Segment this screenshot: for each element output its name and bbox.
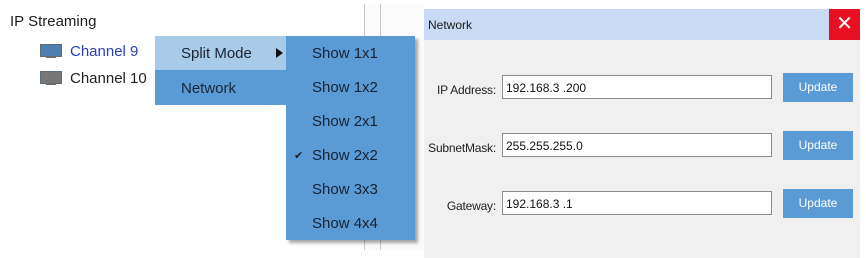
submenu-item-label: Show 4x4 xyxy=(312,215,378,232)
update-subnet-button[interactable]: Update xyxy=(783,131,853,160)
subnet-mask-label: SubnetMask: xyxy=(428,141,496,155)
submenu-item-label: Show 1x2 xyxy=(312,79,378,96)
menu-item-label: Split Mode xyxy=(181,45,252,62)
subnet-mask-field[interactable]: 255.255.255.0 xyxy=(502,133,772,157)
update-gateway-button[interactable]: Update xyxy=(783,189,853,218)
submenu-item-show-1x2[interactable]: Show 1x2 xyxy=(286,70,415,104)
tree-item-channel-10[interactable]: Channel 10 xyxy=(40,68,147,88)
close-button[interactable]: ✕ xyxy=(829,9,860,40)
split-mode-submenu: Show 1x1 Show 1x2 Show 2x1 ✔ Show 2x2 Sh… xyxy=(286,36,415,240)
tree-item-channel-9[interactable]: Channel 9 xyxy=(40,41,138,61)
tree-title: IP Streaming xyxy=(10,13,97,30)
submenu-item-show-1x1[interactable]: Show 1x1 xyxy=(286,36,415,70)
submenu-item-show-3x3[interactable]: Show 3x3 xyxy=(286,172,415,206)
submenu-item-label: Show 2x1 xyxy=(312,113,378,130)
submenu-item-show-2x1[interactable]: Show 2x1 xyxy=(286,104,415,138)
ip-address-label: IP Address: xyxy=(437,83,496,97)
network-dialog: Network ✕ IP Address: 192.168.3 .200 Upd… xyxy=(424,9,860,258)
gateway-field[interactable]: 192.168.3 .1 xyxy=(502,191,772,215)
monitor-icon xyxy=(40,44,62,58)
menu-item-network[interactable]: Network xyxy=(155,71,286,105)
context-menu: Split Mode Network xyxy=(155,36,286,105)
dialog-header: Network ✕ xyxy=(424,9,860,40)
menu-item-label: Network xyxy=(181,80,237,97)
submenu-item-label: Show 3x3 xyxy=(312,181,378,198)
close-icon: ✕ xyxy=(836,13,853,35)
gateway-label: Gateway: xyxy=(446,199,496,213)
submenu-item-label: Show 2x2 xyxy=(312,147,378,164)
checkmark-icon: ✔ xyxy=(294,150,304,162)
menu-item-split-mode[interactable]: Split Mode xyxy=(155,36,286,70)
submenu-arrow-icon xyxy=(276,48,283,58)
tree-item-label: Channel 9 xyxy=(70,42,139,60)
monitor-icon xyxy=(40,71,62,85)
submenu-item-show-2x2[interactable]: ✔ Show 2x2 xyxy=(286,138,415,172)
submenu-item-label: Show 1x1 xyxy=(312,45,378,62)
ip-address-field[interactable]: 192.168.3 .200 xyxy=(502,75,772,99)
dialog-title: Network xyxy=(428,18,473,32)
update-ip-button[interactable]: Update xyxy=(783,73,853,102)
tree-item-label: Channel 10 xyxy=(70,69,147,87)
submenu-item-show-4x4[interactable]: Show 4x4 xyxy=(286,206,415,240)
